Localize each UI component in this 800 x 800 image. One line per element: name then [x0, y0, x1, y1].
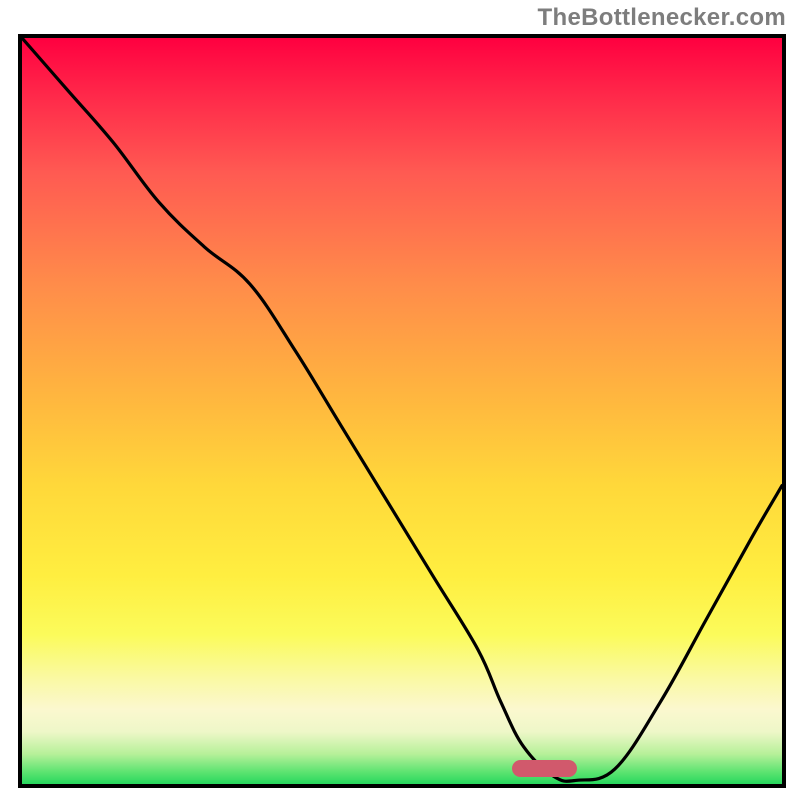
bottleneck-curve [22, 38, 782, 781]
chart-plot-area [22, 38, 782, 784]
chart-container: TheBottlenecker.com [0, 0, 800, 800]
optimal-range-marker [512, 760, 577, 777]
watermark-text: TheBottlenecker.com [538, 4, 786, 32]
